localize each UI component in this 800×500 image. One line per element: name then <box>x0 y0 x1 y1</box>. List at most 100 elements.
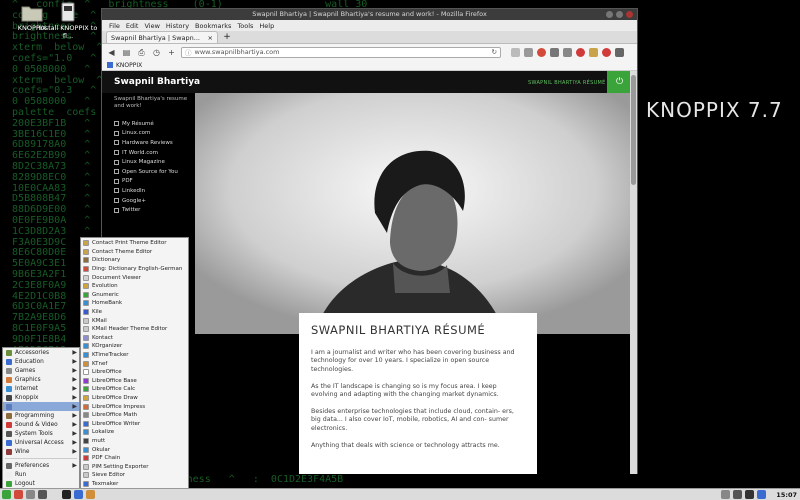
submenu-item[interactable]: Sieve Editor <box>81 471 188 480</box>
launcher-icon[interactable] <box>26 490 35 499</box>
start-menu-item[interactable]: ▶ <box>3 402 79 411</box>
site-nav-item[interactable]: LinkedIn <box>114 186 178 196</box>
minimize-button[interactable] <box>606 11 613 18</box>
site-nav-item[interactable]: My Résumé <box>114 119 178 129</box>
submenu-item[interactable]: LibreOffice Impress <box>81 402 188 411</box>
adblock-icon[interactable] <box>576 47 585 57</box>
submenu-item[interactable]: KTimeTracker <box>81 351 188 360</box>
launcher-icon[interactable] <box>62 490 71 499</box>
launcher-icon[interactable] <box>14 490 23 499</box>
submenu-item[interactable]: Document Viewer <box>81 273 188 282</box>
submenu-item[interactable]: Ding: Dictionary English-German <box>81 265 188 274</box>
menu-view[interactable]: View <box>141 22 162 30</box>
menu-history[interactable]: History <box>163 22 192 30</box>
submenu-item[interactable]: HomeBank <box>81 299 188 308</box>
bookmark-knoppix[interactable]: KNOPPIX <box>116 62 142 69</box>
start-menu-item[interactable]: Universal Access ▶ <box>3 438 79 447</box>
url-bar[interactable]: ⓘ www.swapnilbhartiya.com ↻ <box>181 46 501 58</box>
resume-link[interactable]: SWAPNIL BHARTIYA RÉSUMÉ <box>528 80 606 86</box>
desktop-icon-install[interactable]: Install KNOPPIX to fl... <box>36 2 100 40</box>
submenu-item[interactable]: Contact Print Theme Editor <box>81 239 188 248</box>
tab-active[interactable]: Swapnil Bhartiya | Swapn... × <box>106 31 218 43</box>
home-icon[interactable] <box>563 47 572 57</box>
site-nav-item[interactable]: Open Source for You <box>114 167 178 177</box>
reader-icon[interactable] <box>524 47 533 57</box>
start-menu-item[interactable]: Preferences ▶ <box>3 461 79 470</box>
menu-file[interactable]: File <box>106 22 123 30</box>
submenu-item[interactable]: KMail <box>81 316 188 325</box>
submenu-item[interactable]: Evolution <box>81 282 188 291</box>
start-menu-item[interactable]: Programming ▶ <box>3 411 79 420</box>
tray-icon[interactable] <box>745 490 754 499</box>
site-info-icon[interactable]: ⓘ <box>185 47 192 57</box>
new-tab-button[interactable]: + <box>221 31 233 43</box>
submenu-item[interactable]: LibreOffice Draw <box>81 394 188 403</box>
bookmark-manage-icon[interactable]: ▤ <box>121 47 132 58</box>
start-menu-item[interactable]: Knoppix ▶ <box>3 393 79 402</box>
scrollbar-thumb[interactable] <box>631 75 636 185</box>
tab-close-icon[interactable]: × <box>208 34 213 42</box>
submenu-item[interactable]: LibreOffice <box>81 368 188 377</box>
site-nav-item[interactable]: IT World.com <box>114 148 178 158</box>
start-menu-item[interactable]: Games ▶ <box>3 366 79 375</box>
star-icon[interactable] <box>511 47 520 57</box>
maximize-button[interactable] <box>616 11 623 18</box>
submenu-item[interactable]: KTnef <box>81 359 188 368</box>
launcher-icon[interactable] <box>86 490 95 499</box>
page-scrollbar[interactable] <box>630 71 637 474</box>
submenu-item[interactable]: Kile <box>81 308 188 317</box>
submenu-item[interactable]: PIM Setting Exporter <box>81 462 188 471</box>
submenu-item[interactable]: LibreOffice Writer <box>81 419 188 428</box>
start-menu-item[interactable]: Run <box>3 470 79 479</box>
submenu-item[interactable]: PDF Chain <box>81 454 188 463</box>
launcher-icon[interactable] <box>38 490 47 499</box>
clock[interactable]: 15:07 <box>776 490 797 500</box>
window-titlebar[interactable]: Swapnil Bhartiya | Swapnil Bhartiya's re… <box>102 9 637 20</box>
hamburger-menu-icon[interactable] <box>615 47 624 57</box>
submenu-item[interactable]: KOrganizer <box>81 342 188 351</box>
menu-edit[interactable]: Edit <box>123 22 142 30</box>
print-icon[interactable]: ⎙ <box>136 47 147 58</box>
submenu-item[interactable]: LibreOffice Calc <box>81 385 188 394</box>
menu-help[interactable]: Help <box>256 22 277 30</box>
submenu-item[interactable]: Lokalize <box>81 428 188 437</box>
submenu-item[interactable]: KMail Header Theme Editor <box>81 325 188 334</box>
start-menu-item[interactable]: Wine ▶ <box>3 447 79 456</box>
submenu-item[interactable]: Okular <box>81 445 188 454</box>
start-menu-item[interactable]: Logout <box>3 479 79 488</box>
submenu-item[interactable]: LibreOffice Base <box>81 377 188 386</box>
power-icon[interactable]: ⏻ <box>607 71 632 93</box>
menu-bookmarks[interactable]: Bookmarks <box>192 22 234 30</box>
download-icon[interactable] <box>550 47 559 57</box>
start-menu-item[interactable]: Sound & Video ▶ <box>3 420 79 429</box>
site-nav-item[interactable]: Google+ <box>114 196 178 206</box>
submenu-item[interactable]: Gnumeric <box>81 291 188 300</box>
tray-icon[interactable] <box>757 490 766 499</box>
site-nav-item[interactable]: Twitter <box>114 205 178 215</box>
extension-icon[interactable] <box>589 47 598 57</box>
reload-icon[interactable]: ↻ <box>492 48 497 56</box>
launcher-icon[interactable] <box>50 490 59 499</box>
start-menu-item[interactable]: Internet ▶ <box>3 384 79 393</box>
site-nav-item[interactable]: PDF <box>114 177 178 187</box>
launcher-icon[interactable] <box>2 490 11 499</box>
site-nav-item[interactable]: Linux.com <box>114 129 178 139</box>
history-icon[interactable]: ◷ <box>151 47 162 58</box>
back-icon[interactable]: ◀ <box>106 47 117 58</box>
site-nav-item[interactable]: Linux Magazine <box>114 157 178 167</box>
tray-icon[interactable] <box>733 490 742 499</box>
pocket-icon[interactable] <box>537 47 546 57</box>
submenu-item[interactable]: Texmaker <box>81 480 188 489</box>
tray-icon[interactable] <box>721 490 730 499</box>
start-menu-item[interactable]: System Tools ▶ <box>3 429 79 438</box>
submenu-item[interactable]: LibreOffice Math <box>81 411 188 420</box>
menu-tools[interactable]: Tools <box>234 22 256 30</box>
site-nav-item[interactable]: Hardware Reviews <box>114 138 178 148</box>
submenu-item[interactable]: Kontact <box>81 334 188 343</box>
close-button[interactable] <box>626 11 633 18</box>
submenu-item[interactable]: Contact Theme Editor <box>81 248 188 257</box>
noscript-icon[interactable] <box>602 47 611 57</box>
start-menu-item[interactable]: Education ▶ <box>3 357 79 366</box>
launcher-icon[interactable] <box>74 490 83 499</box>
site-title[interactable]: Swapnil Bhartiya <box>114 77 200 87</box>
